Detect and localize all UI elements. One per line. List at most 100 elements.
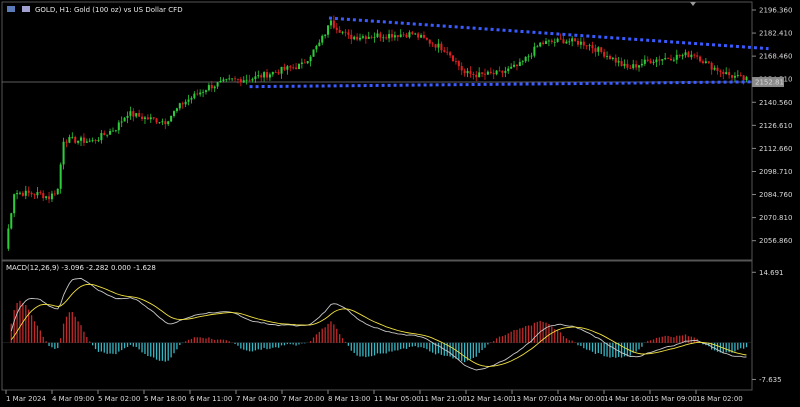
candle-body[interactable] bbox=[472, 73, 475, 75]
candle-body[interactable] bbox=[606, 55, 609, 57]
candle-body[interactable] bbox=[582, 41, 585, 46]
candle-body[interactable] bbox=[652, 62, 655, 63]
candle-body[interactable] bbox=[402, 34, 405, 36]
candle-body[interactable] bbox=[358, 37, 362, 40]
candle-body[interactable] bbox=[216, 82, 219, 87]
candle-body[interactable] bbox=[390, 34, 394, 38]
candle-body[interactable] bbox=[88, 140, 91, 142]
candle-body[interactable] bbox=[437, 43, 440, 48]
candle-body[interactable] bbox=[597, 47, 600, 52]
candle-body[interactable] bbox=[367, 36, 370, 39]
candle-body[interactable] bbox=[716, 67, 719, 71]
candle-body[interactable] bbox=[646, 59, 649, 61]
candle-body[interactable] bbox=[463, 70, 466, 74]
candle-body[interactable] bbox=[635, 64, 638, 68]
candle-body[interactable] bbox=[138, 113, 141, 117]
candle-body[interactable] bbox=[701, 61, 704, 64]
candle-body[interactable] bbox=[332, 20, 335, 28]
candle-body[interactable] bbox=[719, 70, 722, 72]
candle-body[interactable] bbox=[521, 61, 524, 63]
candle-body[interactable] bbox=[667, 58, 670, 59]
candle-body[interactable] bbox=[515, 64, 518, 67]
candle-body[interactable] bbox=[109, 131, 112, 135]
candle-body[interactable] bbox=[27, 190, 30, 193]
candle-body[interactable] bbox=[164, 121, 167, 125]
candle-body[interactable] bbox=[672, 59, 675, 61]
candle-body[interactable] bbox=[329, 20, 332, 26]
candle-body[interactable] bbox=[280, 66, 283, 74]
candle-body[interactable] bbox=[143, 117, 146, 120]
candle-body[interactable] bbox=[265, 72, 269, 78]
candle-body[interactable] bbox=[338, 29, 341, 33]
candle-body[interactable] bbox=[658, 59, 661, 61]
candle-body[interactable] bbox=[693, 54, 696, 56]
candle-body[interactable] bbox=[733, 75, 736, 78]
candle-body[interactable] bbox=[111, 130, 115, 132]
candle-body[interactable] bbox=[550, 40, 553, 43]
candle-body[interactable] bbox=[533, 46, 536, 56]
candle-body[interactable] bbox=[574, 38, 577, 41]
candle-body[interactable] bbox=[454, 61, 457, 62]
candle-body[interactable] bbox=[370, 36, 373, 38]
candle-body[interactable] bbox=[48, 196, 51, 200]
candle-body[interactable] bbox=[187, 99, 190, 102]
candle-body[interactable] bbox=[518, 61, 521, 67]
candle-body[interactable] bbox=[79, 137, 83, 141]
candle-body[interactable] bbox=[414, 33, 417, 35]
candle-body[interactable] bbox=[594, 48, 597, 52]
candle-body[interactable] bbox=[629, 67, 632, 69]
candle-body[interactable] bbox=[59, 164, 62, 189]
candle-body[interactable] bbox=[614, 57, 617, 63]
candle-body[interactable] bbox=[94, 140, 97, 142]
candle-body[interactable] bbox=[204, 90, 208, 92]
candle-body[interactable] bbox=[82, 137, 85, 143]
candle-body[interactable] bbox=[536, 46, 539, 48]
candle-body[interactable] bbox=[135, 113, 138, 117]
candle-body[interactable] bbox=[568, 41, 571, 43]
candle-body[interactable] bbox=[585, 45, 588, 47]
candle-body[interactable] bbox=[353, 36, 356, 40]
candle-body[interactable] bbox=[132, 111, 135, 117]
candle-body[interactable] bbox=[405, 34, 408, 38]
candle-body[interactable] bbox=[547, 40, 550, 42]
candle-body[interactable] bbox=[39, 192, 42, 194]
candle-body[interactable] bbox=[623, 63, 626, 66]
candle-body[interactable] bbox=[327, 25, 330, 35]
candle-body[interactable] bbox=[434, 44, 437, 48]
candle-body[interactable] bbox=[620, 61, 623, 66]
candle-body[interactable] bbox=[730, 75, 734, 78]
candle-body[interactable] bbox=[704, 61, 707, 64]
candle-body[interactable] bbox=[62, 141, 65, 165]
candle-body[interactable] bbox=[318, 42, 321, 46]
candle-body[interactable] bbox=[495, 70, 498, 75]
candle-body[interactable] bbox=[449, 52, 452, 56]
candle-body[interactable] bbox=[231, 78, 234, 80]
candle-body[interactable] bbox=[675, 54, 678, 60]
candle-body[interactable] bbox=[611, 57, 614, 59]
candle-body[interactable] bbox=[579, 41, 582, 45]
candle-body[interactable] bbox=[152, 117, 155, 119]
candle-body[interactable] bbox=[295, 67, 298, 70]
candle-body[interactable] bbox=[376, 33, 379, 37]
candle-body[interactable] bbox=[591, 45, 594, 49]
candle-body[interactable] bbox=[475, 74, 478, 78]
candle-body[interactable] bbox=[68, 137, 71, 143]
candle-body[interactable] bbox=[539, 42, 542, 47]
candle-body[interactable] bbox=[385, 37, 388, 39]
candle-body[interactable] bbox=[324, 34, 327, 36]
candle-body[interactable] bbox=[649, 60, 652, 63]
candle-body[interactable] bbox=[210, 85, 213, 89]
candle-body[interactable] bbox=[576, 40, 580, 45]
candle-body[interactable] bbox=[248, 79, 251, 81]
candle-body[interactable] bbox=[175, 108, 178, 112]
candle-body[interactable] bbox=[117, 122, 120, 131]
candle-body[interactable] bbox=[513, 64, 516, 67]
candle-body[interactable] bbox=[158, 122, 161, 124]
candle-body[interactable] bbox=[489, 71, 492, 73]
candle-body[interactable] bbox=[542, 42, 545, 44]
candle-body[interactable] bbox=[178, 103, 181, 109]
candle-body[interactable] bbox=[379, 33, 382, 38]
candle-body[interactable] bbox=[21, 192, 24, 196]
candle-body[interactable] bbox=[315, 45, 318, 50]
candle-body[interactable] bbox=[283, 66, 286, 70]
